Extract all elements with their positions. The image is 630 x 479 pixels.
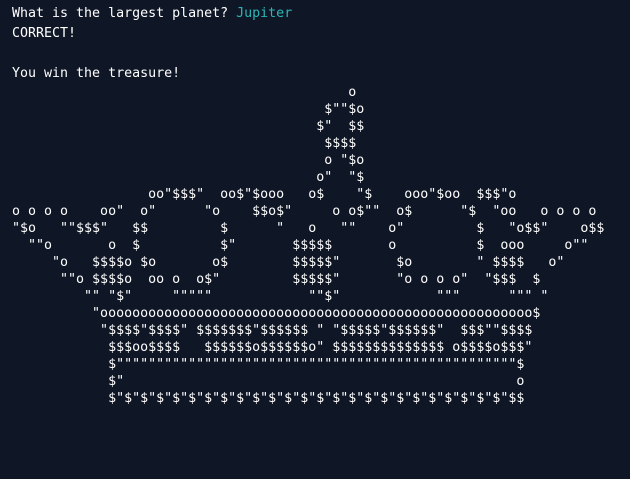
question-prompt: What is the largest planet? xyxy=(12,6,237,21)
terminal-window[interactable]: What is the largest planet? Jupiter CORR… xyxy=(0,0,630,479)
user-answer: Jupiter xyxy=(236,6,293,21)
treasure-ascii-art: o $""$o $" $$ $$$$ o "$o o" "$ oo"$$$" o… xyxy=(12,85,605,406)
result-line: CORRECT! xyxy=(12,26,77,41)
win-message: You win the treasure! xyxy=(12,66,181,81)
question-line: What is the largest planet? Jupiter xyxy=(12,4,630,24)
